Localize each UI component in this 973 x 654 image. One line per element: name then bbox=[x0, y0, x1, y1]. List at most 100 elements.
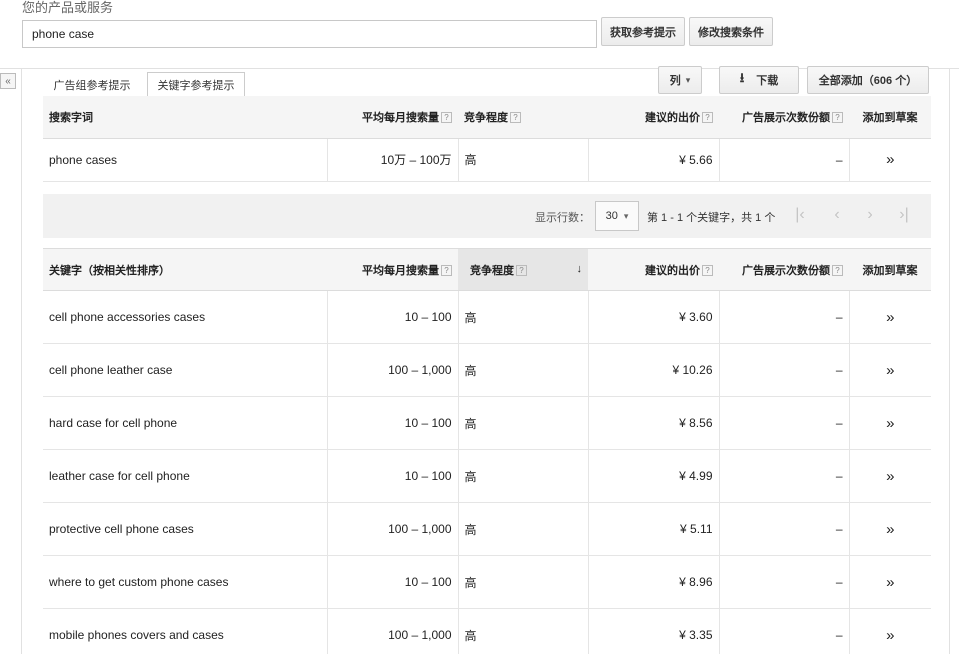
add-to-plan-icon[interactable]: » bbox=[849, 138, 931, 182]
share-cell: – bbox=[719, 290, 850, 344]
prev-page-icon[interactable]: ‹ bbox=[828, 205, 846, 225]
keyword-ideas-table: 关键字（按相关性排序） 平均每月搜索量? 竞争程度? ↓ 建议的出价? 广告展示次… bbox=[43, 248, 931, 654]
add-to-plan-icon[interactable]: » bbox=[849, 396, 931, 450]
competition-cell: 高 bbox=[458, 396, 589, 450]
help-icon[interactable]: ? bbox=[510, 112, 521, 124]
keyword-cell: cell phone leather case bbox=[43, 343, 328, 397]
chevron-down-icon: ▾ bbox=[623, 210, 629, 221]
tab-ad-group-ideas[interactable]: 广告组参考提示 bbox=[43, 72, 141, 98]
volume-cell: 100 – 1,000 bbox=[327, 502, 459, 556]
collapse-sidebar-icon[interactable]: « bbox=[0, 73, 16, 89]
column-header-add-to-plan: 添加到草案 bbox=[849, 248, 931, 291]
share-cell: – bbox=[719, 138, 850, 182]
help-icon[interactable]: ? bbox=[832, 112, 843, 124]
table-header-row: 关键字（按相关性排序） 平均每月搜索量? 竞争程度? ↓ 建议的出价? 广告展示次… bbox=[43, 248, 931, 291]
keyword-cell: cell phone accessories cases bbox=[43, 290, 328, 344]
help-icon[interactable]: ? bbox=[832, 265, 843, 277]
keyword-cell: mobile phones covers and cases bbox=[43, 608, 328, 654]
ideas-tabstrip: 广告组参考提示 关键字参考提示 列 ▾ ⭳ 下载 全部添加（606 个） bbox=[43, 66, 930, 98]
competition-cell: 高 bbox=[458, 555, 589, 609]
chevron-down-icon: ▾ bbox=[685, 74, 691, 85]
column-header-suggested-bid[interactable]: 建议的出价? bbox=[588, 96, 719, 139]
bid-cell: ¥ 10.26 bbox=[588, 343, 720, 397]
download-button[interactable]: ⭳ 下载 bbox=[719, 66, 799, 94]
product-search-input[interactable] bbox=[22, 20, 597, 48]
table-row: where to get custom phone cases 10 – 100 高… bbox=[43, 555, 931, 609]
keyword-cell: where to get custom phone cases bbox=[43, 555, 328, 609]
volume-cell: 10 – 100 bbox=[327, 449, 459, 503]
volume-cell: 10 – 100 bbox=[327, 290, 459, 344]
column-header-keyword-relevance[interactable]: 关键字（按相关性排序） bbox=[43, 248, 327, 291]
share-cell: – bbox=[719, 555, 850, 609]
column-header-monthly-searches[interactable]: 平均每月搜索量? bbox=[327, 248, 458, 291]
search-terms-table: 搜索字词 平均每月搜索量? 竞争程度? 建议的出价? 广告展示次数份额? 添加到… bbox=[43, 96, 931, 196]
bid-cell: ¥ 3.35 bbox=[588, 608, 720, 654]
share-cell: – bbox=[719, 343, 850, 397]
add-to-plan-icon[interactable]: » bbox=[849, 608, 931, 654]
product-label: 您的产品或服务 bbox=[22, 0, 114, 15]
first-page-icon[interactable]: |‹ bbox=[791, 205, 809, 225]
column-header-impression-share[interactable]: 广告展示次数份额? bbox=[719, 96, 849, 139]
table-header-row: 搜索字词 平均每月搜索量? 竞争程度? 建议的出价? 广告展示次数份额? 添加到… bbox=[43, 96, 931, 139]
share-cell: – bbox=[719, 449, 850, 503]
panel-left-border bbox=[21, 68, 22, 654]
add-to-plan-icon[interactable]: » bbox=[849, 555, 931, 609]
competition-cell: 高 bbox=[458, 608, 589, 654]
last-page-icon[interactable]: ›| bbox=[895, 205, 913, 225]
add-to-plan-icon[interactable]: » bbox=[849, 290, 931, 344]
competition-cell: 高 bbox=[458, 290, 589, 344]
table-row: cell phone accessories cases 10 – 100 高 ¥ 3… bbox=[43, 290, 931, 344]
table-spacer-row bbox=[43, 181, 931, 196]
add-to-plan-icon[interactable]: » bbox=[849, 449, 931, 503]
keyword-cell: leather case for cell phone bbox=[43, 449, 328, 503]
columns-button[interactable]: 列 ▾ bbox=[658, 66, 702, 94]
help-icon[interactable]: ? bbox=[441, 265, 452, 277]
help-icon[interactable]: ? bbox=[516, 265, 527, 277]
rows-per-page-value: 30 bbox=[605, 210, 618, 222]
share-cell: – bbox=[719, 396, 850, 450]
add-to-plan-icon[interactable]: » bbox=[849, 502, 931, 556]
download-icon: ⭳ bbox=[739, 70, 745, 85]
rows-per-page-select[interactable]: 30 ▾ bbox=[595, 201, 639, 231]
next-page-icon[interactable]: › bbox=[861, 205, 879, 225]
volume-cell: 10万 – 100万 bbox=[327, 138, 459, 182]
column-header-impression-share[interactable]: 广告展示次数份额? bbox=[719, 248, 849, 291]
column-header-suggested-bid[interactable]: 建议的出价? bbox=[588, 248, 719, 291]
add-to-plan-icon[interactable]: » bbox=[849, 343, 931, 397]
bid-cell: ¥ 8.56 bbox=[588, 396, 720, 450]
table-row: mobile phones covers and cases 100 – 1,00… bbox=[43, 608, 931, 654]
help-icon[interactable]: ? bbox=[702, 265, 713, 277]
bid-cell: ¥ 8.96 bbox=[588, 555, 720, 609]
volume-cell: 100 – 1,000 bbox=[327, 343, 459, 397]
get-ideas-button[interactable]: 获取参考提示 bbox=[601, 17, 685, 46]
panel-right-border bbox=[949, 68, 950, 654]
bid-cell: ¥ 5.11 bbox=[588, 502, 720, 556]
share-cell: – bbox=[719, 502, 850, 556]
help-icon[interactable]: ? bbox=[441, 112, 452, 124]
keyword-table-body: cell phone accessories cases 10 – 100 高 ¥ 3… bbox=[43, 290, 931, 654]
share-cell: – bbox=[719, 608, 850, 654]
table-row: phone cases 10万 – 100万 高 ¥ 5.66 – » bbox=[43, 138, 931, 182]
table-row: cell phone leather case 100 – 1,000 高 ¥ 10.… bbox=[43, 343, 931, 397]
column-header-search-term[interactable]: 搜索字词 bbox=[43, 96, 327, 139]
competition-cell: 高 bbox=[458, 138, 589, 182]
pager-bar: 显示行数： 30 ▾ 第 1 - 1 个关键字，共 1 个 |‹ ‹ › ›| bbox=[43, 194, 931, 238]
column-header-monthly-searches[interactable]: 平均每月搜索量? bbox=[327, 96, 458, 139]
column-header-add-to-plan: 添加到草案 bbox=[849, 96, 931, 139]
modify-search-button[interactable]: 修改搜索条件 bbox=[689, 17, 773, 46]
competition-cell: 高 bbox=[458, 502, 589, 556]
bid-cell: ¥ 3.60 bbox=[588, 290, 720, 344]
help-icon[interactable]: ? bbox=[702, 112, 713, 124]
table-row: leather case for cell phone 10 – 100 高 ¥ 4.… bbox=[43, 449, 931, 503]
table-row: hard case for cell phone 10 – 100 高 ¥ 8.56–… bbox=[43, 396, 931, 450]
pager-summary: 第 1 - 1 个关键字，共 1 个 bbox=[647, 212, 776, 224]
rows-per-page-label: 显示行数： bbox=[535, 212, 590, 224]
column-header-competition[interactable]: 竞争程度? bbox=[458, 96, 588, 139]
competition-cell: 高 bbox=[458, 343, 589, 397]
column-header-competition[interactable]: 竞争程度? ↓ bbox=[458, 248, 588, 291]
bid-cell: ¥ 5.66 bbox=[588, 138, 720, 182]
add-all-button[interactable]: 全部添加（606 个） bbox=[807, 66, 929, 94]
volume-cell: 100 – 1,000 bbox=[327, 608, 459, 654]
tab-keyword-ideas[interactable]: 关键字参考提示 bbox=[147, 72, 245, 98]
columns-label: 列 bbox=[669, 75, 681, 87]
